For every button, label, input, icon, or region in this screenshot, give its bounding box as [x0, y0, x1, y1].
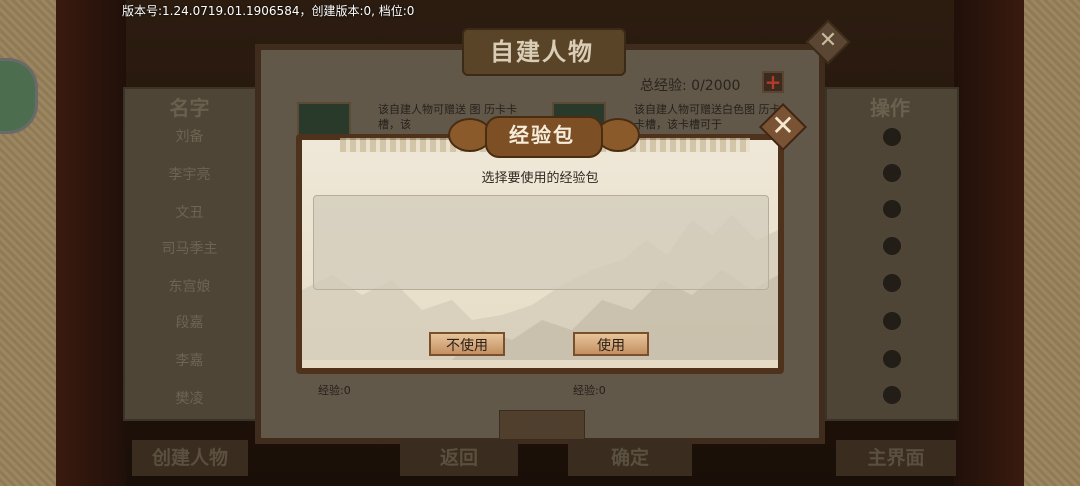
action-button[interactable]: [883, 350, 901, 368]
character-card-thumb[interactable]: [297, 102, 351, 136]
name-item[interactable]: 樊凌: [123, 388, 256, 408]
dialog-title: 经验包: [509, 123, 575, 147]
right-curtain: [954, 0, 1024, 486]
panel-title: 自建人物: [490, 38, 594, 66]
add-exp-button[interactable]: +: [762, 71, 784, 93]
action-header: 操作: [870, 96, 910, 120]
total-exp-label: 总经验:: [640, 78, 687, 94]
name-item[interactable]: 文丑: [123, 202, 256, 222]
action-button[interactable]: [883, 164, 901, 182]
name-list-header: 名字: [169, 96, 210, 120]
total-exp-value: 0/2000: [691, 78, 741, 94]
name-item[interactable]: 东宫娘: [123, 276, 256, 296]
close-icon: ✕: [818, 28, 838, 53]
action-button[interactable]: [883, 274, 901, 292]
action-button[interactable]: [883, 200, 901, 218]
action-button[interactable]: [883, 237, 901, 255]
card-exp: 经验:0: [318, 384, 351, 397]
card-exp: 经验:0: [573, 384, 606, 397]
right-border: [1024, 0, 1080, 486]
use-button[interactable]: 使用: [573, 332, 649, 356]
version-text: 版本号:1.24.0719.01.1906584，创建版本:0, 档位:0: [122, 4, 415, 18]
name-item[interactable]: 李嘉: [123, 350, 256, 370]
create-character-button[interactable]: 创建人物: [132, 440, 248, 476]
name-item[interactable]: 司马季主: [123, 238, 256, 258]
confirm-button[interactable]: 确定: [568, 440, 692, 476]
total-exp: 总经验: 0/2000: [640, 75, 740, 95]
cancel-button[interactable]: 不使用: [429, 332, 505, 356]
action-button[interactable]: [883, 386, 901, 404]
back-button[interactable]: 返回: [400, 440, 518, 476]
left-curtain: [56, 0, 126, 486]
explain-button[interactable]: 说明: [499, 410, 585, 440]
exp-pack-list[interactable]: [313, 195, 769, 290]
name-item[interactable]: 刘备: [123, 126, 256, 146]
dialog-subtitle: 选择要使用的经验包: [481, 171, 599, 186]
action-button[interactable]: [883, 128, 901, 146]
action-button[interactable]: [883, 312, 901, 330]
name-item[interactable]: 段嘉: [123, 312, 256, 332]
name-item[interactable]: 李宇亮: [123, 164, 256, 184]
main-screen-button[interactable]: 主界面: [836, 440, 956, 476]
close-icon[interactable]: ✕: [763, 108, 803, 144]
